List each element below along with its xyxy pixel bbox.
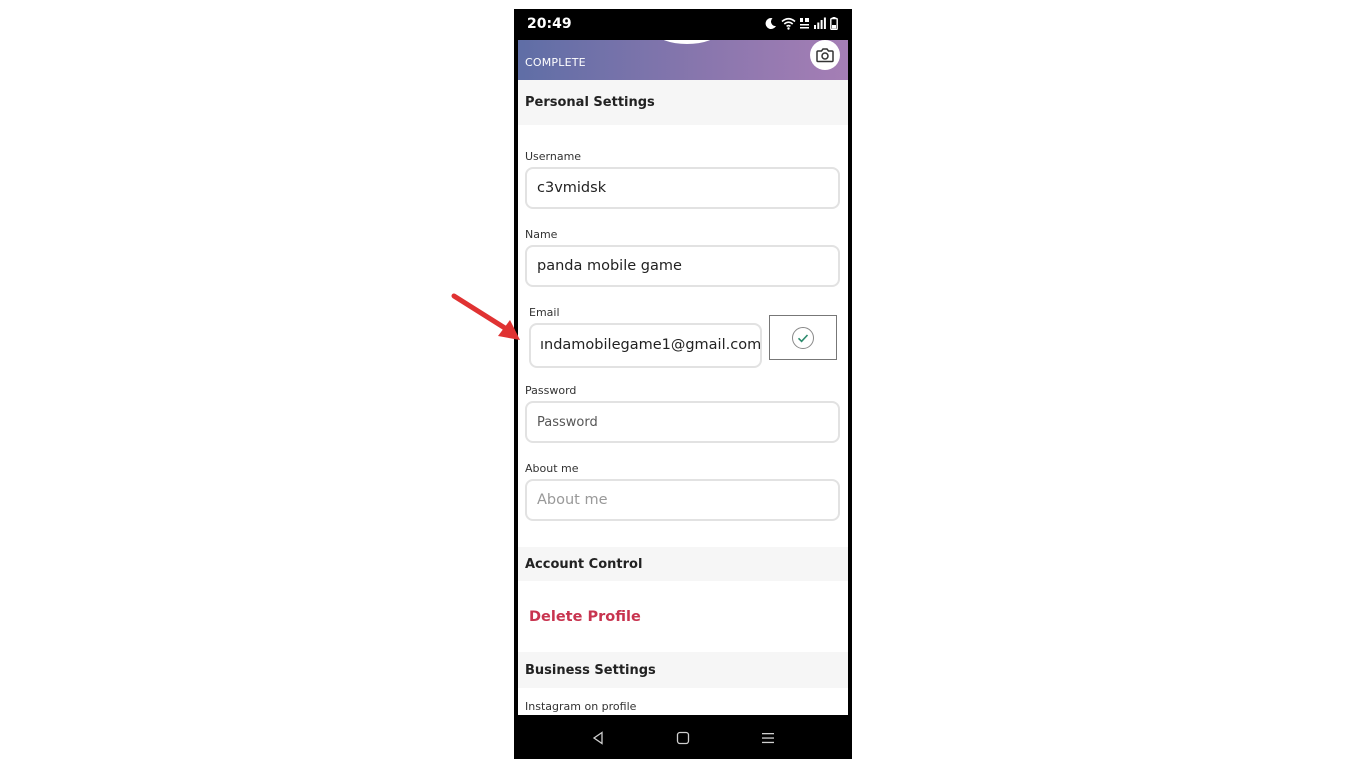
business-settings-header: Business Settings bbox=[518, 652, 848, 688]
status-icons bbox=[764, 15, 838, 31]
nav-back-button[interactable] bbox=[588, 728, 608, 748]
username-value: c3vmidsk bbox=[537, 180, 607, 196]
camera-button[interactable] bbox=[810, 40, 840, 70]
menu-lines-icon bbox=[762, 733, 774, 744]
password-field[interactable]: Password bbox=[525, 401, 840, 443]
battery-icon bbox=[830, 16, 838, 30]
back-triangle-icon bbox=[592, 731, 603, 745]
personal-settings-header: Personal Settings bbox=[518, 80, 848, 125]
password-placeholder: Password bbox=[537, 415, 598, 430]
home-square-icon bbox=[676, 731, 690, 745]
nav-menu-button[interactable] bbox=[758, 728, 778, 748]
section-title: Account Control bbox=[525, 557, 643, 572]
profile-status-label: COMPLETE bbox=[525, 56, 586, 69]
password-label: Password bbox=[525, 384, 577, 397]
profile-banner: COMPLETE bbox=[518, 40, 848, 80]
moon-icon bbox=[765, 17, 776, 29]
about-me-label: About me bbox=[525, 462, 579, 475]
about-me-placeholder: About me bbox=[537, 492, 608, 508]
verify-email-button[interactable] bbox=[769, 315, 837, 360]
email-label: Email bbox=[529, 306, 560, 319]
avatar-edge bbox=[656, 40, 718, 44]
email-field[interactable]: ındamobilegame1@gmail.com bbox=[529, 323, 762, 368]
nav-home-button[interactable] bbox=[673, 728, 693, 748]
wifi-icon bbox=[781, 17, 796, 30]
camera-icon bbox=[816, 48, 834, 63]
navigation-bar bbox=[514, 715, 852, 759]
signal-icon bbox=[814, 17, 826, 29]
name-value: panda mobile game bbox=[537, 258, 682, 274]
username-field[interactable]: c3vmidsk bbox=[525, 167, 840, 209]
email-value: ındamobilegame1@gmail.com bbox=[540, 337, 762, 353]
about-me-field[interactable]: About me bbox=[525, 479, 840, 521]
check-circle-icon bbox=[792, 326, 814, 349]
status-time: 20:49 bbox=[527, 16, 572, 32]
username-label: Username bbox=[525, 150, 582, 163]
section-title: Business Settings bbox=[525, 663, 656, 678]
account-control-header: Account Control bbox=[518, 547, 848, 581]
settings-screen: COMPLETE Personal Settings Username c3vm… bbox=[518, 40, 848, 715]
red-arrow bbox=[451, 293, 520, 340]
delete-profile-link[interactable]: Delete Profile bbox=[529, 609, 641, 625]
phone-frame: 20:49 COMPLETE Personal Settings Usernam… bbox=[514, 9, 852, 759]
volte-icon bbox=[800, 17, 809, 28]
instagram-label: Instagram on profile bbox=[525, 700, 637, 713]
section-title: Personal Settings bbox=[525, 95, 655, 110]
status-bar: 20:49 bbox=[514, 9, 852, 40]
name-field[interactable]: panda mobile game bbox=[525, 245, 840, 287]
name-label: Name bbox=[525, 228, 558, 241]
